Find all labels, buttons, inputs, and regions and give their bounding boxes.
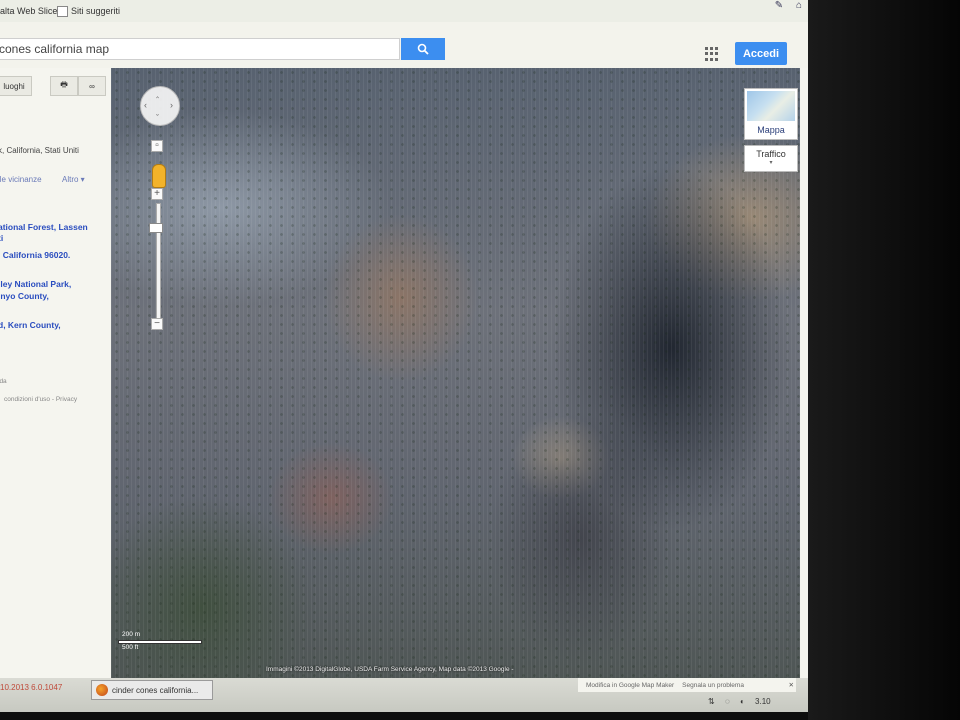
search-icon [417, 43, 429, 55]
home-icon[interactable]: ⌂ [796, 0, 802, 11]
map-footer: Modifica in Google Map Maker Segnala un … [578, 678, 796, 692]
link-icon: ∞ [89, 81, 95, 91]
result-link-3[interactable]: lley National Park, [0, 279, 71, 289]
pan-control[interactable]: ‸ ‹ › ˇ [140, 86, 180, 126]
map-scanlines [111, 68, 800, 678]
terms-privacy-link[interactable]: condizioni d'uso - Privacy [4, 396, 77, 403]
tools-icon[interactable]: ✎ [775, 0, 783, 11]
search-box[interactable] [0, 38, 400, 60]
map-attribution: Immagini ©2013 DigitalGlobe, USDA Farm S… [266, 666, 514, 673]
monitor-bezel [808, 0, 960, 720]
date-stamp: 10.2013 6.0.1047 [0, 683, 63, 692]
tray-arrow-icon[interactable]: ⇅ [708, 697, 715, 706]
print-button[interactable]: 🖶 [50, 76, 78, 96]
print-icon: 🖶 [60, 80, 68, 89]
tray-network-icon[interactable]: ◌ [725, 697, 730, 706]
close-icon[interactable]: ✕ [789, 681, 794, 689]
zoom-out-button[interactable]: − [151, 318, 163, 330]
link-button[interactable]: ∞ [78, 76, 106, 96]
report-problem-link[interactable]: Segnala un problema [682, 682, 744, 689]
result-link-1[interactable]: ational Forest, Lassen [0, 222, 88, 232]
sign-in-button[interactable]: Accedi [735, 42, 787, 65]
clock[interactable]: 3.10 [755, 697, 771, 706]
zoom-slider-track[interactable] [156, 203, 161, 323]
result-link-1-line2[interactable]: ti [0, 233, 3, 243]
search-input[interactable] [0, 39, 389, 59]
results-sidebar: luoghi 🖶 ∞ ◀ k, California, Stati Uniti … [0, 68, 126, 678]
zoom-slider-handle[interactable] [149, 223, 163, 233]
result-link-4[interactable]: d, Kern County, [0, 320, 61, 330]
traffic-button[interactable]: Traffico ▾ [744, 145, 798, 172]
suggested-sites-icon [57, 6, 68, 18]
favorite-web-slice[interactable]: alta Web Slice [0, 6, 57, 16]
pan-down-icon[interactable]: ˇ [156, 114, 159, 123]
browser-tools: ✎ ⌂ [765, 0, 802, 11]
result-link-3-line2[interactable]: Inyo County, [0, 291, 49, 301]
favorite-suggested-sites[interactable]: Siti suggeriti [57, 6, 120, 18]
firefox-icon [96, 684, 108, 696]
traffic-dropdown-icon: ▾ [769, 160, 773, 166]
more-dropdown[interactable]: Altro ▾ [62, 175, 85, 184]
pan-up-icon[interactable]: ‸ [156, 89, 159, 98]
map-type-label: Mappa [757, 125, 785, 135]
search-button[interactable] [401, 38, 445, 60]
map-scale: 200 m 500 ft [118, 631, 204, 653]
zoom-in-button[interactable]: + [151, 188, 163, 200]
location-text: k, California, Stati Uniti [0, 146, 79, 155]
footer-dash: ida [0, 378, 7, 385]
map-maker-link[interactable]: Modifica in Google Map Maker [586, 682, 674, 689]
firefox-task-button[interactable]: cinder cones california... [91, 680, 213, 700]
my-places-button[interactable]: luoghi [0, 76, 32, 96]
tray-volume-icon[interactable]: ◐ [740, 697, 745, 706]
result-link-2[interactable]: , California 96020. [0, 250, 70, 260]
system-tray: ⇅ ◌ ◐ 3.10 [700, 697, 771, 706]
pan-right-icon[interactable]: › [170, 101, 173, 110]
apps-grid-icon[interactable] [705, 47, 719, 61]
pan-left-icon[interactable]: ‹ [144, 101, 147, 110]
pegman-icon[interactable] [152, 164, 166, 188]
browser-screen: alta Web Slice Siti suggeriti ✎ ⌂ Accedi… [0, 0, 808, 712]
favorites-bar: alta Web Slice Siti suggeriti ✎ ⌂ [0, 0, 808, 23]
zoom-home-button[interactable]: ▫ [151, 140, 163, 152]
satellite-map[interactable]: ‸ ‹ › ˇ ▫ + − Mappa Traffico ▾ 200 m 500… [111, 68, 800, 678]
map-type-button[interactable]: Mappa [744, 88, 798, 140]
nearby-link[interactable]: lle vicinanze [0, 175, 42, 184]
map-thumbnail [747, 91, 795, 121]
